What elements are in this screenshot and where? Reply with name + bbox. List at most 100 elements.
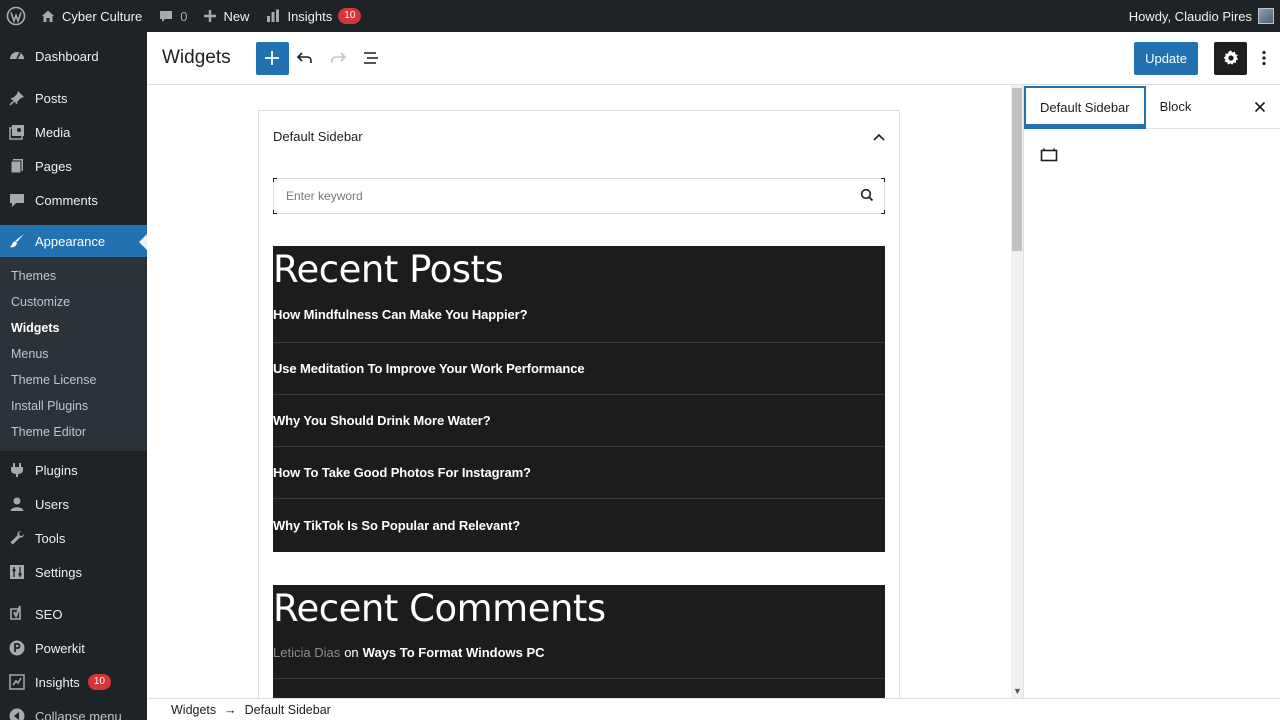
menu-item-media[interactable]: Media [0, 115, 147, 149]
widget-area-header[interactable]: Default Sidebar [259, 111, 899, 161]
collapse-menu-button[interactable]: Collapse menu [0, 699, 147, 720]
post-link[interactable]: Use Meditation To Improve Your Work Perf… [273, 343, 885, 395]
submenu-item-customize[interactable]: Customize [0, 289, 147, 315]
settings-sidebar: Default Sidebar Block [1023, 85, 1280, 698]
yoast-icon [7, 604, 27, 624]
post-link[interactable]: How To Take Good Photos For Instagram? [273, 447, 885, 499]
account-menu[interactable]: Howdy, Claudio Pires [1121, 0, 1280, 32]
menu-item-pages[interactable]: Pages [0, 149, 147, 183]
menu-label: Plugins [35, 462, 78, 478]
tab-block[interactable]: Block [1146, 85, 1206, 128]
site-name-link[interactable]: Cyber Culture [32, 0, 150, 32]
submenu-item-theme-license[interactable]: Theme License [0, 367, 147, 393]
search-input[interactable]: Enter keyword [286, 189, 363, 203]
menu-label: Appearance [35, 233, 106, 249]
plus-icon [203, 9, 217, 23]
menu-label: Tools [35, 530, 66, 546]
comment-item: Leticia Dias on Ways To Format Windows P… [273, 632, 885, 679]
comments-count: 0 [180, 8, 188, 24]
settings-sliders-icon [7, 562, 27, 582]
insights-icon [7, 672, 27, 692]
menu-item-posts[interactable]: Posts [0, 81, 147, 115]
menu-item-seo[interactable]: SEO [0, 597, 147, 631]
insights-badge: 10 [338, 8, 362, 24]
list-view-button[interactable] [355, 42, 388, 75]
submenu-item-menus[interactable]: Menus [0, 341, 147, 367]
menu-item-plugins[interactable]: Plugins [0, 453, 147, 487]
add-block-button[interactable] [255, 41, 289, 75]
breadcrumb-current[interactable]: Default Sidebar [245, 703, 331, 717]
editor-header: Widgets Update [147, 32, 1280, 85]
scroll-down-arrow-icon[interactable]: ▼ [1013, 686, 1022, 696]
post-link[interactable]: How Mindfulness Can Make You Happier? [273, 293, 885, 343]
settings-toggle-button[interactable] [1214, 41, 1247, 75]
menu-label: Media [35, 124, 71, 140]
undo-button[interactable] [289, 42, 322, 75]
menu-label: Settings [35, 564, 82, 580]
plus-icon [265, 51, 280, 65]
breadcrumb-root[interactable]: Widgets [171, 703, 216, 717]
close-settings-button[interactable] [1240, 85, 1280, 128]
search-widget[interactable]: Enter keyword [273, 178, 885, 214]
recent-comments-widget[interactable]: Recent Comments Leticia Dias on Ways To … [273, 585, 885, 698]
breadcrumb: Widgets → Default Sidebar [147, 698, 1280, 720]
menu-label: SEO [35, 606, 63, 622]
pin-icon [7, 88, 27, 108]
comment-author-link[interactable]: Leticia Dias [273, 645, 340, 660]
widget-area-icon [1040, 147, 1058, 168]
comment-bubble-icon [7, 190, 27, 210]
menu-label: Posts [35, 90, 68, 106]
gear-icon [1223, 50, 1238, 65]
update-button[interactable]: Update [1134, 41, 1198, 75]
canvas-scrollbar[interactable]: ▼ [1011, 85, 1023, 698]
tab-widget-area[interactable]: Default Sidebar [1024, 86, 1146, 129]
undo-icon [297, 52, 312, 63]
menu-item-dashboard[interactable]: Dashboard [0, 39, 147, 73]
redo-icon [331, 52, 347, 63]
menu-item-settings[interactable]: Settings [0, 555, 147, 589]
menu-label: Comments [35, 192, 98, 208]
menu-item-users[interactable]: Users [0, 487, 147, 521]
submenu-item-install-plugins[interactable]: Install Plugins [0, 393, 147, 419]
submenu-item-widgets[interactable]: Widgets [0, 315, 147, 341]
widget-canvas: Default Sidebar Enter keyword Recent Pos… [147, 85, 1011, 698]
submenu-item-themes[interactable]: Themes [0, 263, 147, 289]
comment-post-link[interactable]: Ways To Format Windows PC [363, 645, 545, 660]
submenu-item-theme-editor[interactable]: Theme Editor [0, 419, 147, 445]
scrollbar-thumb[interactable] [1012, 88, 1022, 251]
comments-link[interactable]: 0 [150, 0, 195, 32]
more-options-button[interactable] [1247, 42, 1280, 75]
recent-posts-widget[interactable]: Recent Posts How Mindfulness Can Make Yo… [273, 246, 885, 552]
avatar [1258, 8, 1274, 24]
search-icon[interactable] [860, 188, 874, 205]
menu-label: Dashboard [35, 48, 99, 64]
wrench-icon [7, 528, 27, 548]
menu-item-powerkit[interactable]: Powerkit [0, 631, 147, 665]
insights-link[interactable]: Insights 10 [257, 0, 369, 32]
home-icon [40, 8, 56, 24]
wordpress-logo-icon[interactable] [0, 0, 32, 32]
media-icon [7, 122, 27, 142]
widget-area-title: Default Sidebar [273, 128, 363, 144]
menu-item-comments[interactable]: Comments [0, 183, 147, 217]
menu-item-insights[interactable]: Insights 10 [0, 665, 147, 699]
close-icon [1254, 101, 1266, 112]
redo-button[interactable] [322, 42, 355, 75]
menu-item-tools[interactable]: Tools [0, 521, 147, 555]
appearance-submenu: Themes Customize Widgets Menus Theme Lic… [0, 257, 147, 451]
post-link[interactable]: Why You Should Drink More Water? [273, 395, 885, 447]
settings-tabs: Default Sidebar Block [1024, 85, 1280, 129]
greeting: Howdy, Claudio Pires [1128, 8, 1252, 24]
menu-item-appearance[interactable]: Appearance [0, 225, 147, 257]
insights-label: Insights [287, 8, 333, 24]
comment-bubble-icon [158, 8, 174, 24]
post-link[interactable]: Why TikTok Is So Popular and Relevant? [273, 499, 885, 551]
widget-area-default-sidebar[interactable]: Default Sidebar Enter keyword Recent Pos… [258, 110, 900, 698]
kebab-menu-icon [1261, 50, 1266, 66]
new-content-link[interactable]: New [195, 0, 257, 32]
pages-icon [7, 156, 27, 176]
chevron-up-icon[interactable] [873, 128, 885, 144]
breadcrumb-separator: → [224, 702, 237, 717]
menu-label: Pages [35, 158, 72, 174]
collapse-arrow-icon [7, 706, 27, 720]
